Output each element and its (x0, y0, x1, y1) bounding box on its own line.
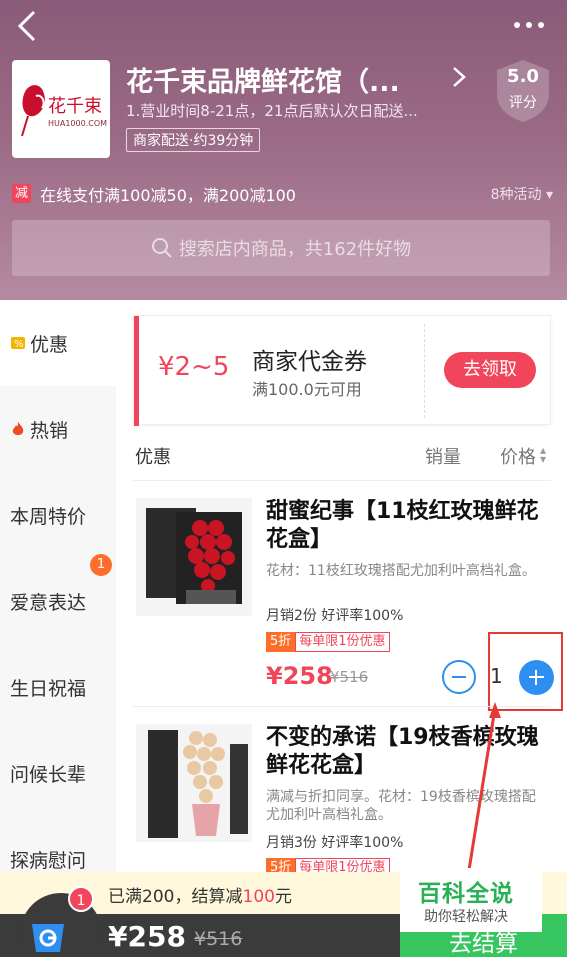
divider (133, 480, 551, 481)
promo-count[interactable]: 8种活动 ▾ (491, 184, 553, 204)
product-original-price: ¥516 (330, 668, 369, 686)
discount-tag: 5折 每单限1份优惠 (266, 632, 390, 652)
coupon-condition: 满100.0元可用 (252, 380, 362, 399)
sidebar-item-discount[interactable]: % 优惠 (0, 300, 116, 386)
watermark-subtitle: 助你轻松解决 (424, 909, 508, 925)
sidebar-item-weekly-special[interactable]: 本周特价 (0, 472, 116, 558)
search-icon (151, 238, 172, 258)
sidebar-item-label: 优惠 (30, 333, 69, 356)
count-badge: 1 (90, 554, 112, 576)
rating-label: 评分 (509, 95, 537, 111)
watermark-title: 百科全说 (418, 881, 514, 907)
chevron-right-icon[interactable] (448, 62, 470, 92)
sort-by-sales[interactable]: 销量 (425, 443, 461, 469)
product-stats: 月销3份 好评率100% (266, 835, 404, 851)
rating-badge[interactable]: 5.0 评分 (493, 58, 553, 124)
cart-total-price: ¥258 (108, 920, 186, 953)
discount-limit: 每单限1份优惠 (295, 632, 390, 652)
shop-description: 1.营业时间8-21点，21点后默认次日配送... (126, 102, 418, 120)
promo-text: 在线支付满100减50，满200减100 (40, 186, 296, 205)
promo-row[interactable]: 减 在线支付满100减50，满200减100 8种活动 ▾ (12, 182, 557, 206)
more-icon[interactable] (509, 14, 549, 36)
product-description: 花材：11枝红玫瑰搭配尤加利叶高档礼盒。 (266, 563, 536, 579)
watermark-logo: 百科全说 助你轻松解决 (400, 868, 542, 932)
sidebar-item-label: 爱意表达 (10, 591, 87, 614)
logo-text: 花千束 (48, 96, 102, 117)
coupon-icon: % (11, 337, 25, 350)
sidebar-item-elders[interactable]: 问候长辈 (0, 730, 116, 816)
search-input[interactable]: 搜索店内商品，共162件好物 (12, 220, 550, 276)
coupon-title: 商家代金券 (252, 349, 367, 375)
coupon-amount: ¥2~5 (158, 352, 230, 382)
coupon-card: ¥2~5 商家代金券 满100.0元可用 去领取 (133, 315, 551, 426)
sort-arrows-icon[interactable]: ▴ ▾ (540, 444, 546, 465)
search-placeholder: 搜索店内商品，共162件好物 (178, 239, 412, 260)
sidebar-item-label: 本周特价 (10, 505, 87, 528)
discount-badge: 减 (12, 184, 31, 203)
annotation-arrow (455, 700, 515, 880)
back-icon[interactable] (12, 8, 42, 44)
sidebar-item-label: 生日祝福 (10, 677, 87, 700)
sort-by-price[interactable]: 价格 (500, 443, 536, 469)
cart-icon[interactable] (30, 920, 66, 954)
delivery-tag: 商家配送·约39分钟 (126, 128, 261, 152)
product-image[interactable] (136, 724, 252, 842)
product-image[interactable] (136, 498, 252, 616)
product-price: ¥258 (266, 662, 333, 690)
sidebar-item-label: 问候长辈 (10, 763, 87, 786)
flame-icon (12, 422, 24, 435)
logo-sub: HUA1000.COM (48, 119, 107, 128)
sidebar-item-love[interactable]: 爱意表达 1 (0, 554, 116, 644)
discount-rate: 5折 (266, 632, 296, 652)
product-stats: 月销2份 好评率100% (266, 608, 404, 624)
shop-logo: 花千束 HUA1000.COM (12, 60, 110, 158)
sidebar-item-label: 热销 (30, 419, 69, 442)
cart-count-badge: 1 (68, 886, 94, 912)
cart-original-price: ¥516 (194, 928, 243, 950)
sidebar-item-birthday[interactable]: 生日祝福 (0, 644, 116, 730)
svg-text:%: % (14, 339, 24, 350)
decrease-quantity-button[interactable] (442, 660, 476, 694)
rating-score: 5.0 (507, 66, 539, 87)
shop-name[interactable]: 花千束品牌鲜花馆（... (126, 60, 456, 99)
coupon-accent-bar (134, 316, 139, 426)
sidebar-item-label: 探病慰问 (10, 849, 87, 872)
coupon-divider (424, 324, 425, 418)
claim-coupon-button[interactable]: 去领取 (444, 352, 536, 388)
shop-header: 花千束 HUA1000.COM 花千束品牌鲜花馆（... 1.营业时间8-21点… (0, 0, 567, 300)
sidebar-item-hot[interactable]: 热销 (0, 386, 116, 472)
product-name[interactable]: 甜蜜纪事【11枝红玫瑰鲜花花盒】 (266, 498, 556, 554)
category-sidebar: % 优惠 热销 本周特价 爱意表达 1 生日祝福 问候长辈 探病慰问 (0, 300, 116, 957)
section-title: 优惠 (135, 447, 171, 468)
